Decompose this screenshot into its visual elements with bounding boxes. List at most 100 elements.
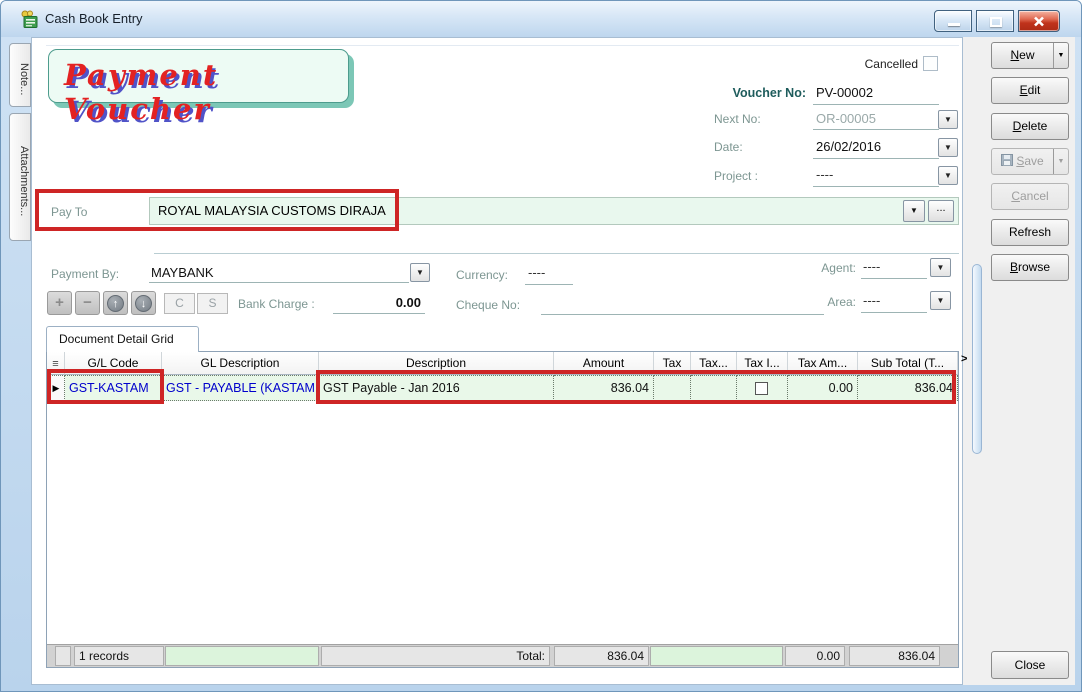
- date-underline: [813, 158, 939, 159]
- delete-button[interactable]: Delete: [991, 113, 1069, 140]
- column-header-tax2[interactable]: Tax...: [691, 352, 737, 375]
- footer-green-cell-2: [650, 646, 783, 666]
- scroll-right-icon[interactable]: >: [961, 353, 967, 365]
- column-header-sub-total[interactable]: Sub Total (T...: [858, 352, 958, 375]
- footer-sub-total: 836.04: [849, 646, 940, 666]
- currency-value[interactable]: ----: [528, 265, 545, 280]
- bank-charge-value[interactable]: 0.00: [351, 295, 421, 310]
- close-button[interactable]: Close: [991, 651, 1069, 679]
- cell-tax[interactable]: [654, 375, 691, 401]
- cancel-button[interactable]: Cancel: [991, 183, 1069, 210]
- add-row-button[interactable]: +: [47, 291, 72, 315]
- top-separator: [46, 45, 959, 46]
- next-no-value[interactable]: OR-00005: [816, 111, 876, 126]
- vertical-scrollbar[interactable]: [972, 264, 982, 454]
- currency-label: Currency:: [456, 268, 508, 282]
- minimize-button[interactable]: [934, 10, 972, 32]
- column-header-tax-amount[interactable]: Tax Am...: [788, 352, 858, 375]
- edit-button[interactable]: Edit: [991, 77, 1069, 104]
- column-header-tax-inclusive[interactable]: Tax I...: [737, 352, 788, 375]
- tab-document-detail-grid[interactable]: Document Detail Grid: [46, 326, 199, 352]
- date-dropdown[interactable]: ▼: [938, 138, 958, 157]
- save-dropdown-arrow[interactable]: ▼: [1053, 149, 1068, 174]
- pay-to-browse-button[interactable]: ...: [928, 200, 954, 222]
- footer-green-cell-1: [165, 646, 319, 666]
- cheque-no-label: Cheque No:: [456, 298, 520, 312]
- currency-underline: [525, 284, 573, 285]
- chevron-down-icon: ▼: [1058, 158, 1065, 165]
- chevron-down-icon: ▼: [1058, 52, 1065, 59]
- voucher-no-underline: [813, 104, 939, 105]
- column-chooser-cell[interactable]: ≡: [47, 352, 65, 375]
- cell-description[interactable]: GST Payable - Jan 2016: [319, 375, 554, 401]
- cell-tax2[interactable]: [691, 375, 737, 401]
- column-header-amount[interactable]: Amount: [554, 352, 654, 375]
- tab-attachments[interactable]: Attachments...: [9, 113, 31, 241]
- move-down-button[interactable]: ↓: [131, 291, 156, 315]
- area-value[interactable]: ----: [863, 293, 880, 308]
- agent-label: Agent:: [796, 261, 856, 275]
- next-no-underline: [813, 129, 939, 130]
- refresh-button-label: Refresh: [1009, 220, 1051, 245]
- delete-button-label: Delete: [1013, 114, 1048, 139]
- cancelled-checkbox[interactable]: [923, 56, 938, 71]
- close-window-button[interactable]: [1018, 10, 1060, 32]
- cell-gl-code[interactable]: GST-KASTAM: [65, 375, 162, 401]
- cell-sub-total[interactable]: 836.04: [858, 375, 958, 401]
- cell-gl-description[interactable]: GST - PAYABLE (KASTAM: [162, 375, 319, 401]
- chevron-down-icon: ▼: [910, 206, 918, 215]
- pay-to-dropdown[interactable]: ▼: [903, 200, 925, 222]
- chevron-down-icon: ▼: [416, 268, 424, 277]
- save-button[interactable]: Save ▼: [991, 148, 1069, 175]
- date-value[interactable]: 26/02/2016: [816, 139, 881, 154]
- cell-tax-amount[interactable]: 0.00: [788, 375, 858, 401]
- payment-by-dropdown[interactable]: ▼: [410, 263, 430, 282]
- arrow-down-icon: ↓: [135, 295, 152, 312]
- agent-underline: [861, 278, 927, 279]
- titlebar[interactable]: Cash Book Entry: [1, 1, 1082, 37]
- payment-by-value[interactable]: MAYBANK: [151, 265, 214, 280]
- new-dropdown-arrow[interactable]: ▼: [1053, 43, 1068, 68]
- footer-records: 1 records: [74, 646, 164, 666]
- remove-row-button[interactable]: −: [75, 291, 100, 315]
- tab-note[interactable]: Note...: [9, 43, 31, 107]
- column-header-gl-code[interactable]: G/L Code: [65, 352, 162, 375]
- browse-button[interactable]: Browse: [991, 254, 1069, 281]
- agent-value[interactable]: ----: [863, 259, 880, 274]
- cell-amount[interactable]: 836.04: [554, 375, 654, 401]
- new-button[interactable]: New ▼: [991, 42, 1069, 69]
- arrow-up-icon: ↑: [107, 295, 124, 312]
- column-header-tax[interactable]: Tax: [654, 352, 691, 375]
- next-no-label: Next No:: [714, 112, 761, 126]
- project-dropdown[interactable]: ▼: [938, 166, 958, 185]
- pay-to-field[interactable]: ROYAL MALAYSIA CUSTOMS DIRAJA ▼ ...: [149, 197, 959, 225]
- column-header-description[interactable]: Description: [319, 352, 554, 375]
- area-underline: [861, 312, 927, 313]
- cash-book-icon: [21, 10, 40, 29]
- row-indicator-cell[interactable]: ▶: [47, 375, 65, 401]
- section-separator: [154, 253, 959, 254]
- voucher-no-value[interactable]: PV-00002: [816, 85, 873, 100]
- footer-tax-amount-total: 0.00: [785, 646, 845, 666]
- cell-tax-inclusive[interactable]: [737, 375, 788, 401]
- s-button[interactable]: S: [197, 293, 228, 314]
- column-header-gl-description[interactable]: GL Description: [162, 352, 319, 375]
- maximize-button[interactable]: [976, 10, 1014, 32]
- cash-book-entry-window: Cash Book Entry Note... Attachments... P…: [0, 0, 1082, 692]
- next-no-dropdown[interactable]: ▼: [938, 110, 958, 129]
- row-marker-icon: ▶: [53, 383, 60, 393]
- payment-by-underline: [149, 282, 409, 283]
- tax-inclusive-checkbox[interactable]: [755, 382, 768, 395]
- refresh-button[interactable]: Refresh: [991, 219, 1069, 246]
- agent-dropdown[interactable]: ▼: [930, 258, 951, 277]
- c-button[interactable]: C: [164, 293, 195, 314]
- cancelled-label: Cancelled: [818, 57, 918, 71]
- document-detail-grid: ≡ G/L Code GL Description Description Am…: [46, 351, 959, 668]
- move-up-button[interactable]: ↑: [103, 291, 128, 315]
- area-label: Area:: [799, 295, 856, 309]
- payment-by-label: Payment By:: [51, 267, 119, 281]
- column-chooser-icon: ≡: [52, 358, 58, 370]
- payment-voucher-logo-text: Payment Voucher: [64, 58, 348, 126]
- area-dropdown[interactable]: ▼: [930, 291, 951, 310]
- project-value[interactable]: ----: [816, 167, 833, 182]
